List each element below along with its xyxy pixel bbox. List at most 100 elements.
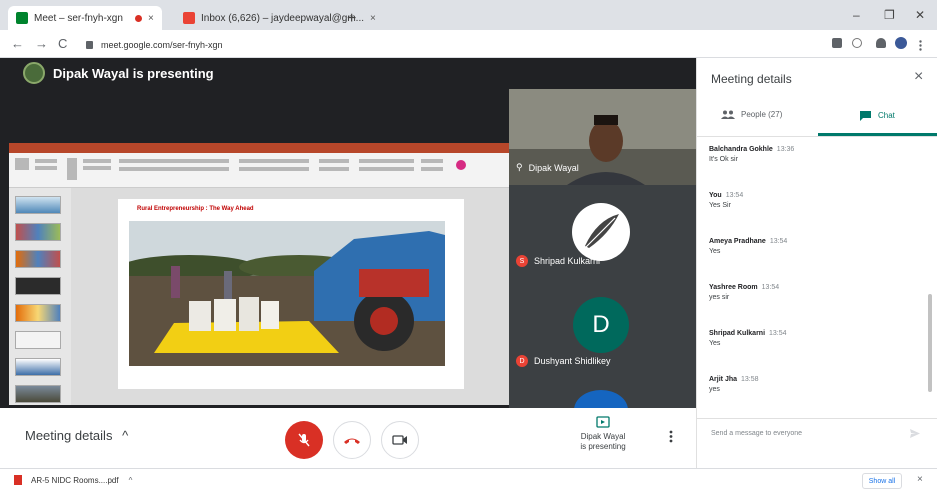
- slide-thumbnail[interactable]: [15, 331, 61, 349]
- bookmark-star-icon[interactable]: [852, 38, 862, 48]
- tab-people[interactable]: People (27): [721, 110, 782, 119]
- participant-initial-badge: D: [516, 355, 528, 367]
- profile-avatar[interactable]: [895, 37, 907, 49]
- slide-thumbnail[interactable]: [15, 277, 61, 295]
- participant-logo-avatar: [572, 203, 630, 261]
- end-call-button[interactable]: [333, 421, 371, 459]
- camera-toggle-button[interactable]: [381, 421, 419, 459]
- chat-message: Balchandra Gokhle 13:36 It's Ok sir: [709, 146, 934, 163]
- presenting-status[interactable]: Dipak Wayal is presenting: [575, 416, 631, 452]
- input-divider: [697, 418, 937, 419]
- participant-tile-shripad[interactable]: S Shripad Kulkarni: [509, 185, 696, 286]
- forward-button[interactable]: →: [35, 36, 48, 51]
- minimize-button[interactable]: –: [853, 8, 860, 22]
- tab-divider: [697, 136, 937, 137]
- download-item[interactable]: AR-5 NIDC Rooms....pdf ^: [14, 475, 132, 485]
- ppt-title-bar: [9, 143, 509, 153]
- message-time: 13:54: [725, 192, 744, 199]
- downloads-bar: AR-5 NIDC Rooms....pdf ^ Show all ×: [0, 468, 937, 493]
- chat-message: Shripad Kulkarni 13:54 Yes: [709, 330, 934, 347]
- extensions-icon[interactable]: [876, 38, 886, 48]
- ppt-ribbon: [9, 153, 509, 188]
- message-sender: Shripad Kulkarni: [709, 330, 766, 337]
- slide-thumbnail[interactable]: [15, 196, 61, 214]
- presenter-banner-text: Dipak Wayal is presenting: [53, 65, 214, 81]
- participant-name-label: S Shripad Kulkarni: [516, 255, 600, 267]
- meeting-details-label: Meeting details: [25, 428, 113, 443]
- slide-thumbnail[interactable]: [15, 223, 61, 241]
- panel-title: Meeting details: [711, 72, 792, 86]
- browser-toolbar: ← → C meet.google.com/ser-fnyh-xgn: [0, 30, 937, 58]
- slide-title: Rural Entrepreneurship : The Way Ahead: [137, 206, 254, 212]
- tab-chat-label: Chat: [878, 111, 895, 120]
- download-caret-icon[interactable]: ^: [129, 476, 133, 485]
- tab-close-icon[interactable]: ×: [148, 13, 154, 24]
- message-sender: You: [709, 192, 722, 199]
- slide-thumbnail[interactable]: [15, 250, 61, 268]
- more-options-button[interactable]: [669, 430, 673, 446]
- slide-photo: [129, 221, 445, 366]
- slide-thumbnail[interactable]: [15, 385, 61, 403]
- shared-screen: Rural Entrepreneurship : The Way Ahead: [9, 143, 509, 405]
- present-screen-icon: [596, 416, 610, 428]
- feather-logo-icon: [584, 214, 619, 249]
- mic-toggle-button[interactable]: [285, 421, 323, 459]
- chat-icon: [860, 111, 871, 121]
- close-panel-button[interactable]: ×: [914, 68, 923, 86]
- tab-close-icon[interactable]: ×: [370, 13, 376, 24]
- participant-tile-partial[interactable]: [509, 388, 696, 408]
- meeting-details-panel: Meeting details × People (27) Chat Balch…: [696, 58, 937, 468]
- slide-canvas: Rural Entrepreneurship : The Way Ahead: [71, 188, 509, 405]
- chat-message-input[interactable]: Send a message to everyone: [711, 430, 802, 437]
- presenting-name: Dipak Wayal: [580, 432, 626, 441]
- tab-gmail-label: Inbox (6,626) – jaydeepwayal@gm...: [201, 12, 365, 24]
- chat-message: You 13:54 Yes Sir: [709, 192, 934, 209]
- slide-thumbnail[interactable]: [15, 304, 61, 322]
- close-downloads-button[interactable]: ×: [917, 474, 923, 485]
- camera-indicator-icon[interactable]: [832, 38, 842, 48]
- reload-button[interactable]: C: [58, 36, 67, 51]
- pdf-file-icon: [14, 475, 22, 485]
- participant-name: Dushyant Shidlikey: [534, 356, 611, 366]
- new-tab-button[interactable]: +: [347, 10, 356, 28]
- chat-message: Yashree Room 13:54 yes sir: [709, 284, 934, 301]
- slide-thumbnail[interactable]: [15, 358, 61, 376]
- pin-icon[interactable]: ⚲: [516, 162, 523, 173]
- maximize-button[interactable]: ❐: [884, 8, 895, 22]
- url-text: meet.google.com/ser-fnyh-xgn: [101, 39, 223, 50]
- meet-stage: Dipak Wayal is presenting Rural Entrepre…: [0, 58, 696, 408]
- message-time: 13:36: [776, 146, 795, 153]
- send-icon[interactable]: [910, 429, 920, 438]
- participant-name: Shripad Kulkarni: [534, 256, 601, 266]
- recording-dot-icon: [134, 14, 142, 22]
- message-sender: Balchandra Gokhle: [709, 146, 773, 153]
- download-filename: AR-5 NIDC Rooms....pdf: [31, 475, 119, 485]
- presenting-status-text: is presenting: [580, 442, 626, 451]
- presenter-banner: Dipak Wayal is presenting: [0, 58, 696, 88]
- participant-name-label: D Dushyant Shidlikey: [516, 355, 611, 367]
- tab-chat[interactable]: Chat: [859, 110, 895, 121]
- message-time: 13:54: [769, 330, 787, 337]
- presenter-avatar: [23, 62, 45, 84]
- participant-tile-dushyant[interactable]: D D Dushyant Shidlikey: [509, 286, 696, 388]
- tab-meet[interactable]: Meet – ser-fnyh-xgn ×: [8, 6, 162, 30]
- close-window-button[interactable]: ✕: [915, 8, 925, 22]
- show-all-button[interactable]: Show all: [862, 473, 902, 489]
- browser-menu-icon[interactable]: [919, 38, 922, 51]
- chat-message: Arjit Jha 13:58 yes: [709, 376, 934, 393]
- caret-up-icon: ^: [122, 428, 129, 443]
- browser-tab-bar: Meet – ser-fnyh-xgn × Inbox (6,626) – ja…: [0, 0, 937, 30]
- camera-icon: [392, 435, 407, 445]
- participant-avatar: [574, 390, 628, 408]
- message-sender: Arjit Jha: [709, 376, 738, 383]
- back-button[interactable]: ←: [11, 36, 24, 51]
- participant-tile-video[interactable]: ⚲ Dipak Wayal: [509, 89, 696, 185]
- lock-icon: [86, 40, 93, 49]
- chat-scrollbar[interactable]: [928, 294, 932, 392]
- meeting-details-button[interactable]: Meeting details ^: [25, 428, 128, 443]
- tab-people-label: People (27): [741, 110, 783, 119]
- message-sender: Ameya Pradhane: [709, 238, 766, 245]
- address-bar[interactable]: meet.google.com/ser-fnyh-xgn: [86, 35, 816, 54]
- meet-favicon-icon: [16, 12, 28, 24]
- slide-thumbnails: [9, 188, 71, 405]
